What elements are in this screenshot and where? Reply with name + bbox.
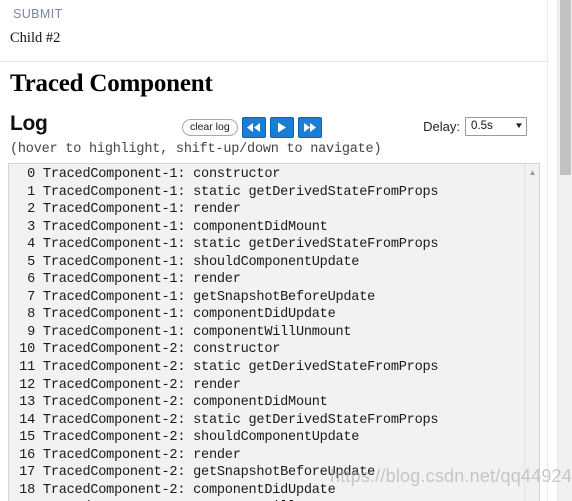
delay-value: 0.5s xyxy=(471,120,493,132)
log-line[interactable]: 7 TracedComponent-1: getSnapshotBeforeUp… xyxy=(9,289,525,307)
log-line-text: TracedComponent-2: render xyxy=(35,377,241,393)
log-line[interactable]: 17 TracedComponent-2: getSnapshotBeforeU… xyxy=(9,464,525,482)
scroll-up-arrow-icon[interactable]: ▲ xyxy=(525,165,539,180)
log-line-text: TracedComponent-2: constructor xyxy=(35,342,281,358)
rewind-icon xyxy=(246,123,261,132)
divider xyxy=(0,61,547,62)
log-line[interactable]: 3 TracedComponent-1: componentDidMount xyxy=(9,219,525,237)
log-line-number: 10 xyxy=(19,342,35,358)
log-scrollbar[interactable]: ▲ ▼ xyxy=(524,164,539,501)
log-line[interactable]: 5 TracedComponent-1: shouldComponentUpda… xyxy=(9,254,525,272)
log-line[interactable]: 9 TracedComponent-1: componentWillUnmoun… xyxy=(9,324,525,342)
log-hint-text: (hover to highlight, shift-up/down to na… xyxy=(10,142,382,157)
play-button[interactable] xyxy=(269,117,294,138)
log-line-number: 16 xyxy=(19,447,35,463)
log-line-text: TracedComponent-1: render xyxy=(35,272,241,288)
log-line[interactable]: 4 TracedComponent-1: static getDerivedSt… xyxy=(9,236,525,254)
log-line-number: 2 xyxy=(27,202,35,218)
log-line-text: TracedComponent-2: render xyxy=(35,447,241,463)
log-line-text: TracedComponent-1: shouldComponentUpdate xyxy=(35,254,360,270)
log-line-text: TracedComponent-1: getSnapshotBeforeUpda… xyxy=(35,289,376,305)
log-line[interactable]: 12 TracedComponent-2: render xyxy=(9,377,525,395)
log-line-text: TracedComponent-2: componentDidUpdate xyxy=(35,482,336,498)
log-line-text: TracedComponent-2: shouldComponentUpdate xyxy=(35,430,360,446)
page-scrollbar-thumb[interactable] xyxy=(560,0,571,175)
log-box: 0 TracedComponent-1: constructor 1 Traced… xyxy=(8,163,540,501)
log-list[interactable]: 0 TracedComponent-1: constructor 1 Traced… xyxy=(9,164,525,501)
log-line-number: 14 xyxy=(19,412,35,428)
log-line[interactable]: 2 TracedComponent-1: render xyxy=(9,201,525,219)
log-line-text: TracedComponent-1: componentDidUpdate xyxy=(35,307,336,323)
log-line-number: 15 xyxy=(19,430,35,446)
log-line-number: 17 xyxy=(19,465,35,481)
log-line-number: 8 xyxy=(27,307,35,323)
log-line-text: TracedComponent-2: getSnapshotBeforeUpda… xyxy=(35,465,376,481)
log-line-text: TracedComponent-2: static getDerivedStat… xyxy=(35,412,439,428)
log-line-text: TracedComponent-1: constructor xyxy=(35,167,281,182)
log-line[interactable]: 11 TracedComponent-2: static getDerivedS… xyxy=(9,359,525,377)
log-line-text: TracedComponent-2: static getDerivedStat… xyxy=(35,360,439,376)
delay-group: Delay: 0.5s ▼ xyxy=(423,117,527,137)
log-line[interactable]: 10 TracedComponent-2: constructor xyxy=(9,341,525,359)
log-controls: clear log xyxy=(182,117,322,138)
log-line-text: TracedComponent-1: render xyxy=(35,202,241,218)
log-line-number: 0 xyxy=(27,167,35,182)
child-label: Child #2 xyxy=(10,30,61,46)
log-section-title: Log xyxy=(10,112,48,135)
log-line-number: 5 xyxy=(27,254,35,270)
log-line[interactable]: 16 TracedComponent-2: render xyxy=(9,447,525,465)
clear-log-button[interactable]: clear log xyxy=(182,118,238,137)
log-line-number: 7 xyxy=(27,289,35,305)
delay-select[interactable]: 0.5s ▼ xyxy=(465,117,527,137)
log-line-number: 18 xyxy=(19,482,35,498)
delay-label: Delay: xyxy=(423,119,460,135)
log-line-number: 1 xyxy=(27,184,35,200)
log-line[interactable]: 13 TracedComponent-2: componentDidMount xyxy=(9,394,525,412)
log-line[interactable]: 8 TracedComponent-1: componentDidUpdate xyxy=(9,306,525,324)
log-line-text: TracedComponent-1: componentWillUnmount xyxy=(35,324,352,340)
log-line-text: TracedComponent-1: componentDidMount xyxy=(35,219,328,235)
page-scrollbar[interactable] xyxy=(557,0,572,501)
log-line[interactable]: 14 TracedComponent-2: static getDerivedS… xyxy=(9,412,525,430)
page-content: SUBMIT Child #2 Traced Component Log cle… xyxy=(0,0,548,501)
step-forward-button[interactable] xyxy=(297,117,322,138)
log-line[interactable]: 18 TracedComponent-2: componentDidUpdate xyxy=(9,482,525,500)
page-title: Traced Component xyxy=(10,70,213,97)
log-line-number: 9 xyxy=(27,324,35,340)
step-back-button[interactable] xyxy=(241,117,266,138)
log-line-text: TracedComponent-2: componentDidMount xyxy=(35,395,328,411)
log-line-text: TracedComponent-1: static getDerivedStat… xyxy=(35,184,439,200)
chevron-down-icon: ▼ xyxy=(514,121,524,131)
log-line-text: TracedComponent-1: static getDerivedStat… xyxy=(35,237,439,253)
log-line[interactable]: 0 TracedComponent-1: constructor xyxy=(9,166,525,184)
log-line[interactable]: 15 TracedComponent-2: shouldComponentUpd… xyxy=(9,429,525,447)
log-line-number: 4 xyxy=(27,237,35,253)
submit-link[interactable]: SUBMIT xyxy=(13,7,547,21)
log-header: Log clear log Delay: 0.5s ▼ xyxy=(0,112,547,140)
log-line-number: 6 xyxy=(27,272,35,288)
fast-forward-icon xyxy=(303,123,317,132)
log-line-number: 3 xyxy=(27,219,35,235)
log-line-number: 11 xyxy=(19,360,35,376)
log-line-number: 13 xyxy=(19,395,35,411)
log-line-number: 12 xyxy=(19,377,35,393)
play-icon xyxy=(276,122,287,133)
log-line[interactable]: 1 TracedComponent-1: static getDerivedSt… xyxy=(9,184,525,202)
log-line[interactable]: 6 TracedComponent-1: render xyxy=(9,271,525,289)
